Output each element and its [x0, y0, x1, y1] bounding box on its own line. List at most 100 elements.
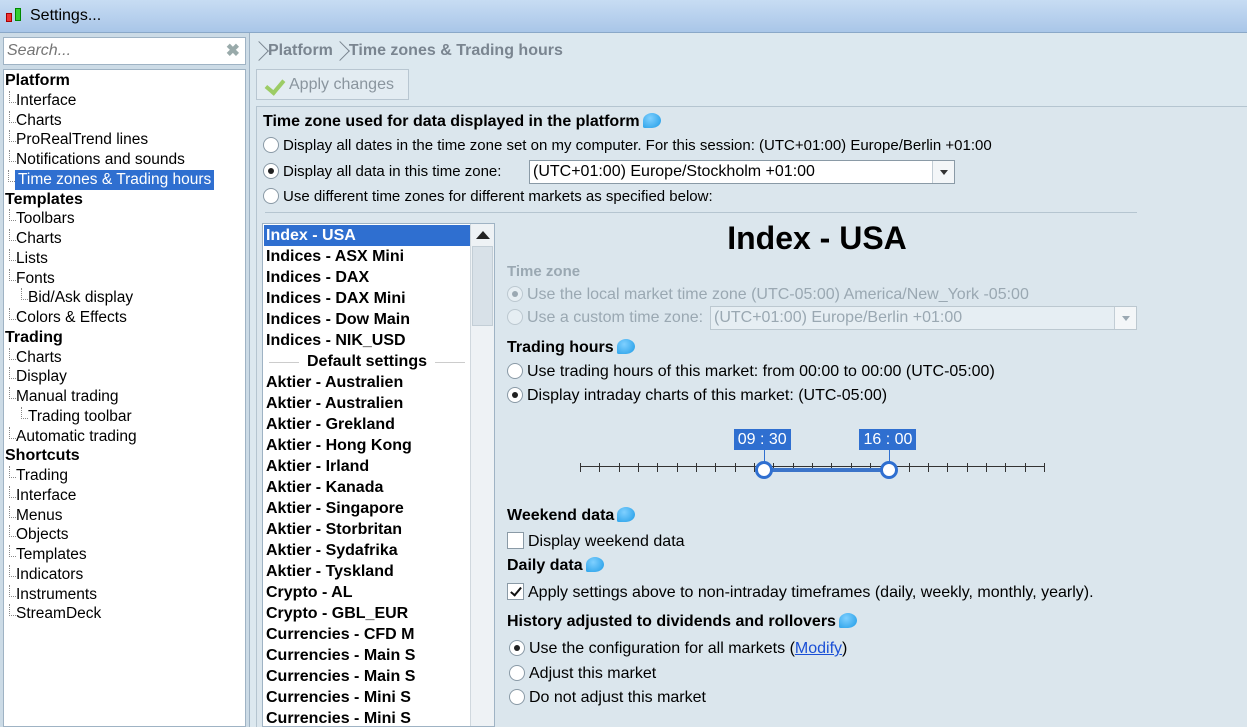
info-icon[interactable] — [585, 557, 604, 572]
market-list-item[interactable]: Aktier - Storbritan — [264, 519, 470, 540]
market-list-item[interactable]: Index - USA — [264, 225, 470, 246]
tree-item[interactable]: Bid/Ask display — [20, 288, 133, 308]
tree-section-header[interactable]: Shortcuts — [5, 446, 80, 466]
history-all-label: Use the configuration for all markets — [529, 640, 786, 657]
history-option-all[interactable]: Use the configuration for all markets (M… — [509, 640, 847, 658]
tz-option-computer[interactable]: Display all dates in the time zone set o… — [263, 137, 992, 154]
market-list-item[interactable]: Indices - DAX Mini — [264, 288, 470, 309]
tree-item[interactable]: Interface — [8, 90, 76, 111]
market-list-item[interactable]: Aktier - Hong Kong — [264, 435, 470, 456]
market-list-item[interactable]: Currencies - Main S — [264, 666, 470, 687]
info-icon[interactable] — [838, 613, 857, 628]
history-option-adjust[interactable]: Adjust this market — [509, 665, 656, 683]
tree-item[interactable]: Time zones & Trading hours — [7, 169, 215, 190]
info-icon[interactable] — [616, 339, 635, 354]
market-list-item[interactable]: Aktier - Australien — [264, 393, 470, 414]
market-list-item[interactable]: Aktier - Singapore — [264, 498, 470, 519]
apply-changes-label: Apply changes — [289, 75, 394, 93]
info-icon[interactable] — [617, 507, 636, 522]
tree-item[interactable]: Charts — [9, 229, 62, 249]
tree-section-header[interactable]: Templates — [5, 190, 83, 210]
tree-item[interactable]: Charts — [9, 347, 62, 368]
info-icon[interactable] — [642, 113, 661, 128]
tree-item[interactable]: Manual trading — [9, 387, 119, 407]
tree-section-header[interactable]: Trading — [5, 328, 63, 348]
market-list-item[interactable]: Indices - ASX Mini — [264, 246, 470, 267]
tree-item[interactable]: Automatic trading — [9, 426, 137, 447]
market-list-item[interactable]: Indices - DAX — [264, 267, 470, 288]
scroll-thumb[interactable] — [472, 246, 493, 326]
history-none-radio[interactable] — [509, 689, 525, 705]
timezone-dropdown[interactable]: (UTC+01:00) Europe/Stockholm +01:00 — [529, 160, 955, 184]
tz-computer-radio[interactable] — [263, 137, 279, 153]
tree-item[interactable]: Objects — [9, 525, 69, 545]
tz-option-per-market[interactable]: Use different time zones for different m… — [263, 188, 713, 205]
tree-item[interactable]: Interface — [8, 485, 76, 506]
weekend-checkbox[interactable] — [507, 532, 524, 549]
daily-checkbox[interactable] — [507, 583, 524, 600]
tz-local-label: Use the local market time zone (UTC-05:0… — [527, 286, 1029, 303]
tree-item[interactable]: Trading toolbar — [21, 406, 132, 427]
tree-item[interactable]: Lists — [9, 248, 48, 269]
market-list-item[interactable]: Currencies - Mini S — [264, 687, 470, 708]
breadcrumb-item[interactable]: Platform — [268, 42, 333, 60]
market-list-item[interactable]: Aktier - Grekland — [264, 414, 470, 435]
slider-start-handle[interactable] — [754, 461, 773, 479]
scroll-up-icon[interactable] — [476, 231, 490, 239]
history-all-radio[interactable] — [509, 640, 525, 656]
slider-tick — [947, 463, 949, 472]
tz-per-market-radio[interactable] — [263, 188, 279, 204]
market-list-item[interactable]: Aktier - Sydafrika — [264, 540, 470, 561]
tz-custom-option: Use a custom time zone: — [507, 309, 703, 327]
market-list-item[interactable]: Currencies - Mini S — [264, 708, 470, 726]
tree-item[interactable]: Trading — [9, 466, 68, 486]
history-option-none[interactable]: Do not adjust this market — [509, 689, 706, 707]
tree-item[interactable]: Fonts — [9, 268, 55, 289]
modify-link[interactable]: Modify — [795, 640, 842, 657]
tree-item[interactable]: Charts — [9, 110, 62, 131]
weekend-option[interactable]: Display weekend data — [507, 532, 685, 551]
scrollbar[interactable] — [470, 224, 494, 726]
tz-option-fixed[interactable]: Display all data in this time zone: — [263, 163, 501, 180]
market-list-item[interactable]: Aktier - Irland — [264, 456, 470, 477]
chevron-down-icon[interactable] — [932, 161, 954, 183]
market-list-item[interactable]: Crypto - GBL_EUR — [264, 603, 470, 624]
window-title: Settings... — [30, 7, 102, 24]
tree-section-header[interactable]: Platform — [5, 71, 70, 91]
close-icon[interactable]: ✖ — [226, 41, 240, 61]
tree-item[interactable]: Menus — [9, 505, 63, 526]
slider-tick — [580, 463, 581, 472]
market-list-item[interactable]: Indices - NIK_USD — [264, 330, 470, 351]
market-group-header: Default settings — [264, 351, 470, 372]
market-list-item[interactable]: Aktier - Tyskland — [264, 561, 470, 582]
tree-item[interactable]: Colors & Effects — [9, 308, 127, 328]
market-list-item[interactable]: Aktier - Australien — [264, 372, 470, 393]
tree-item[interactable]: Display — [9, 367, 67, 387]
history-adjust-radio[interactable] — [509, 665, 525, 681]
market-list-item[interactable]: Indices - Dow Main — [264, 309, 470, 330]
tree-item[interactable]: Templates — [9, 545, 87, 565]
tree-item[interactable]: Indicators — [8, 564, 83, 585]
breadcrumb-item[interactable]: Time zones & Trading hours — [349, 42, 563, 60]
hours-market-radio[interactable] — [507, 363, 523, 379]
tree-item[interactable]: Instruments — [9, 584, 97, 605]
tree-item[interactable]: ProRealTrend lines — [8, 130, 148, 150]
trading-hours-slider[interactable]: 09 : 30 16 : 00 — [578, 428, 1048, 488]
hours-option-market[interactable]: Use trading hours of this market: from 0… — [507, 363, 995, 381]
slider-tick — [715, 463, 717, 472]
hours-option-intraday[interactable]: Display intraday charts of this market: … — [507, 387, 887, 405]
hours-intraday-radio[interactable] — [507, 387, 523, 403]
tree-item[interactable]: Toolbars — [9, 209, 75, 229]
tree-item[interactable]: Notifications and sounds — [9, 150, 185, 170]
daily-option[interactable]: Apply settings above to non-intraday tim… — [507, 583, 1094, 602]
market-list-item[interactable]: Aktier - Kanada — [264, 477, 470, 498]
market-list-item[interactable]: Currencies - Main S — [264, 645, 470, 666]
slider-tick — [599, 463, 601, 472]
market-list-item[interactable]: Currencies - CFD M — [264, 624, 470, 645]
apply-changes-button[interactable]: Apply changes — [256, 69, 409, 100]
slider-end-handle[interactable] — [880, 461, 899, 479]
search-input[interactable] — [7, 42, 217, 60]
market-list-item[interactable]: Crypto - AL — [264, 582, 470, 603]
tz-fixed-radio[interactable] — [263, 163, 279, 179]
tree-item[interactable]: StreamDeck — [8, 604, 101, 624]
